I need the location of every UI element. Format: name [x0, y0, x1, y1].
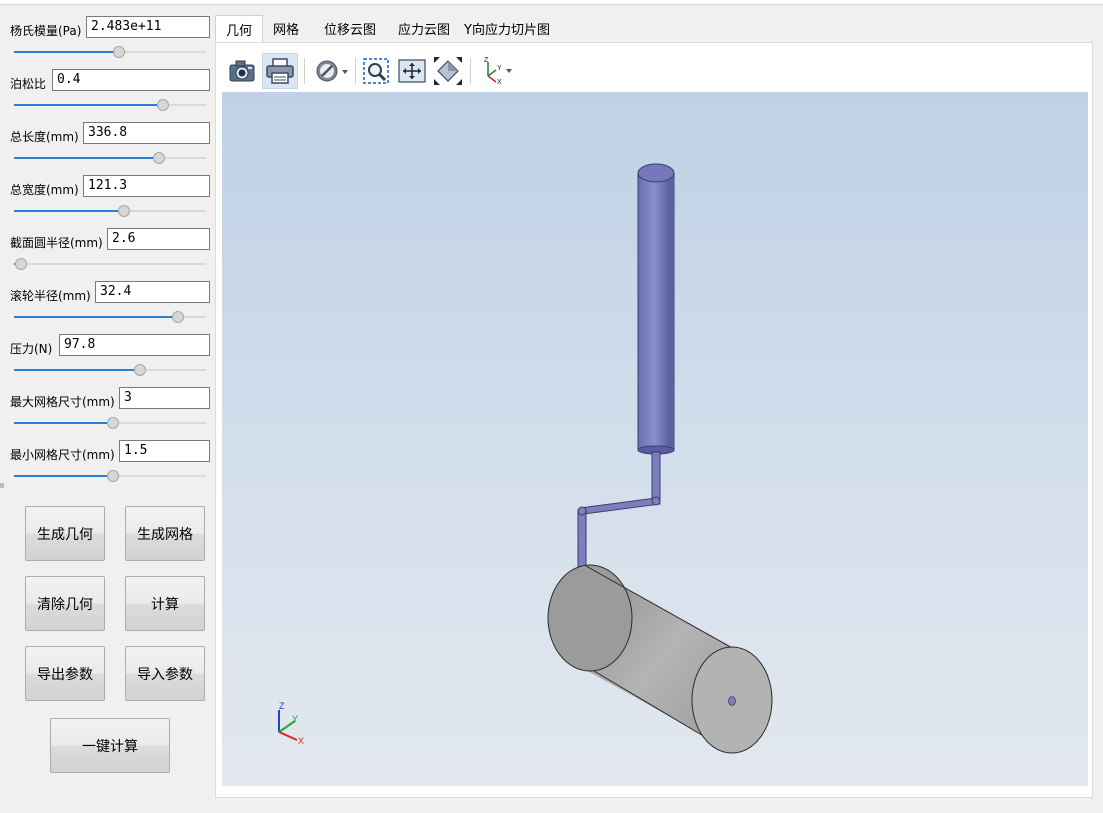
- compute-button[interactable]: 计算: [125, 576, 205, 631]
- generate-mesh-button[interactable]: 生成网格: [125, 506, 205, 561]
- slider-handle[interactable]: [153, 152, 165, 164]
- fit-all-icon[interactable]: [432, 55, 464, 87]
- total-length-input[interactable]: 336.8: [83, 122, 210, 144]
- slider-fill: [14, 422, 112, 424]
- param-label-poisson-ratio: 泊松比: [10, 77, 47, 91]
- triad-z-label: Z: [279, 701, 285, 711]
- one-click-compute-button[interactable]: 一键计算: [50, 718, 170, 773]
- max-mesh-size-slider[interactable]: [14, 417, 206, 429]
- roller-radius-input[interactable]: 32.4: [95, 281, 210, 303]
- pressure-slider[interactable]: [14, 364, 206, 376]
- param-label-max-mesh-size: 最大网格尺寸(mm): [10, 395, 115, 409]
- toolbar-separator: [470, 58, 471, 84]
- param-label-section-radius: 截面圆半径(mm): [10, 236, 103, 250]
- svg-text:Y: Y: [497, 65, 502, 72]
- handle-frame: [577, 451, 661, 585]
- axis-triad: Z Y X: [278, 701, 304, 746]
- total-length-slider[interactable]: [14, 152, 206, 164]
- handle-grip: [637, 163, 675, 455]
- tab-mesh[interactable]: 网格: [263, 15, 309, 41]
- camera-icon[interactable]: [226, 55, 258, 87]
- slider-fill: [14, 104, 162, 106]
- tab-y-stress-slice[interactable]: Y向应力切片图: [461, 15, 553, 41]
- section-radius-slider[interactable]: [14, 258, 206, 270]
- pan-icon[interactable]: [396, 55, 428, 87]
- tab-bar: 几何 网格 位移云图 应力云图 Y向应力切片图: [215, 15, 1093, 43]
- tab-geometry[interactable]: 几何: [215, 15, 263, 43]
- parameter-panel: 杨氏模量(Pa) 2.483e+11 泊松比 0.4 总长度(mm) 336.8…: [0, 5, 214, 813]
- poisson-ratio-input[interactable]: 0.4: [52, 69, 210, 91]
- youngs-modulus-slider[interactable]: [14, 46, 206, 58]
- max-mesh-size-input[interactable]: 3: [119, 387, 210, 409]
- param-label-roller-radius: 滚轮半径(mm): [10, 289, 91, 303]
- generate-geometry-button[interactable]: 生成几何: [25, 506, 105, 561]
- slider-fill: [14, 157, 158, 159]
- param-label-min-mesh-size: 最小网格尺寸(mm): [10, 448, 115, 462]
- import-params-button[interactable]: 导入参数: [125, 646, 205, 701]
- slider-handle[interactable]: [113, 46, 125, 58]
- roller: [547, 564, 773, 754]
- slider-track: [14, 263, 206, 265]
- clear-geometry-button[interactable]: 清除几何: [25, 576, 105, 631]
- total-width-input[interactable]: 121.3: [83, 175, 210, 197]
- export-params-button[interactable]: 导出参数: [25, 646, 105, 701]
- slider-handle[interactable]: [118, 205, 130, 217]
- tab-displacement-contour[interactable]: 位移云图: [313, 15, 387, 41]
- zoom-box-icon[interactable]: [360, 55, 392, 87]
- toolbar-separator: [355, 58, 356, 84]
- splitter-mark: [0, 483, 4, 488]
- axis-view-icon[interactable]: Z Y X: [478, 55, 514, 87]
- youngs-modulus-input[interactable]: 2.483e+11: [86, 16, 210, 38]
- svg-text:Z: Z: [484, 57, 489, 64]
- min-mesh-size-slider[interactable]: [14, 470, 206, 482]
- roller-radius-slider[interactable]: [14, 311, 206, 323]
- slider-handle[interactable]: [157, 99, 169, 111]
- poisson-ratio-slider[interactable]: [14, 99, 206, 111]
- 3d-viewport[interactable]: Z Y X: [222, 92, 1088, 786]
- slider-fill: [14, 210, 123, 212]
- triad-x-label: X: [298, 736, 304, 746]
- slider-handle[interactable]: [107, 417, 119, 429]
- param-label-total-length: 总长度(mm): [10, 130, 79, 144]
- slider-fill: [14, 316, 177, 318]
- slider-fill: [14, 475, 112, 477]
- total-width-slider[interactable]: [14, 205, 206, 217]
- toolbar-separator: [304, 58, 305, 84]
- model-canvas: Z Y X: [278, 163, 773, 754]
- param-label-total-width: 总宽度(mm): [10, 183, 79, 197]
- min-mesh-size-input[interactable]: 1.5: [119, 440, 210, 462]
- slider-handle[interactable]: [107, 470, 119, 482]
- slider-handle[interactable]: [15, 258, 27, 270]
- param-label-youngs-modulus: 杨氏模量(Pa): [10, 24, 82, 38]
- pressure-input[interactable]: 97.8: [59, 334, 210, 356]
- printer-icon[interactable]: [262, 53, 298, 89]
- slider-fill: [14, 369, 139, 371]
- param-label-pressure: 压力(N): [10, 342, 53, 356]
- svg-text:X: X: [497, 79, 502, 86]
- slider-handle[interactable]: [134, 364, 146, 376]
- section-radius-input[interactable]: 2.6: [107, 228, 210, 250]
- slider-fill: [14, 51, 118, 53]
- slider-handle[interactable]: [172, 311, 184, 323]
- viewer-toolbar: Z Y X: [222, 52, 1088, 92]
- triad-y-label: Y: [292, 714, 298, 724]
- hide-objects-icon[interactable]: [312, 55, 352, 87]
- tab-stress-contour[interactable]: 应力云图: [387, 15, 461, 41]
